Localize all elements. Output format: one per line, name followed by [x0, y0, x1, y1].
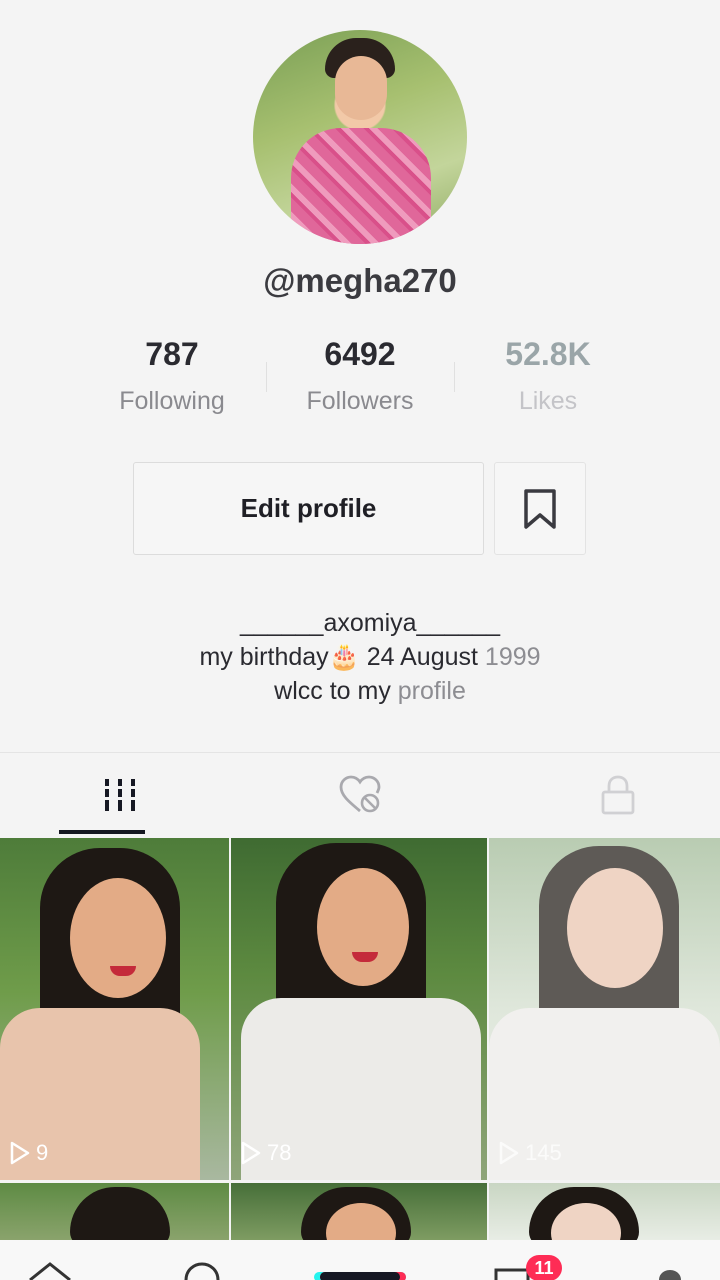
bottom-navigation	[0, 1240, 720, 1280]
video-grid: 9 78 145	[0, 838, 720, 1240]
active-tab-indicator	[59, 830, 145, 834]
video-views: 78	[241, 1140, 291, 1166]
cake-emoji: 🎂	[328, 643, 360, 671]
stat-following[interactable]: 787 Following	[78, 336, 266, 416]
liked-hidden-icon	[339, 775, 381, 813]
stat-label: Following	[119, 387, 225, 415]
favorites-button[interactable]	[494, 462, 586, 555]
lock-icon	[601, 775, 635, 815]
bio-text: wlcc to my	[274, 677, 398, 705]
video-thumbnail[interactable]	[489, 1183, 720, 1240]
stat-value: 6492	[324, 336, 396, 372]
play-icon	[499, 1141, 519, 1165]
profile-avatar[interactable]	[253, 30, 467, 244]
view-count: 9	[36, 1140, 49, 1165]
grid-icon	[103, 779, 137, 811]
stat-label: Likes	[518, 387, 578, 415]
avatar-face	[335, 56, 387, 120]
nav-create[interactable]	[310, 1240, 410, 1280]
stat-value: 787	[145, 336, 199, 372]
profile-username: @megha270	[263, 262, 457, 299]
nav-home[interactable]	[20, 1240, 80, 1280]
bio-text: 24 August	[359, 643, 478, 671]
search-icon	[184, 1262, 220, 1280]
avatar-dress	[291, 128, 431, 244]
bookmark-icon	[524, 488, 556, 529]
home-icon	[29, 1262, 71, 1280]
video-thumbnail[interactable]	[231, 1183, 487, 1240]
video-thumbnail[interactable]	[0, 1183, 229, 1240]
stat-divider	[454, 362, 455, 392]
profile-tabs	[0, 753, 720, 837]
view-count: 78	[267, 1140, 292, 1165]
bio-text: 1999	[477, 643, 541, 671]
bio-text: my birthday	[199, 643, 329, 671]
inbox-badge: 11	[526, 1255, 562, 1280]
profile-bio: ______axomiya______ my birthday🎂 24 Augu…	[0, 606, 720, 708]
tab-liked[interactable]	[240, 753, 480, 837]
profile-stats: 787 Following 6492 Followers 52.8K Likes	[0, 336, 720, 426]
play-icon	[10, 1141, 30, 1165]
thumb-hair	[70, 1187, 170, 1240]
bio-line: wlcc to my profile	[0, 674, 720, 708]
profile-icon	[659, 1270, 681, 1280]
thumb-face	[567, 868, 663, 988]
edit-profile-button[interactable]: Edit profile	[133, 462, 484, 555]
stat-followers[interactable]: 6492 Followers	[266, 336, 454, 416]
stat-value: 52.8K	[505, 336, 591, 372]
thumb-face	[70, 878, 166, 998]
nav-discover[interactable]	[172, 1240, 232, 1280]
tab-private[interactable]	[498, 753, 720, 837]
bio-line: ______axomiya______	[240, 609, 500, 637]
play-icon	[241, 1141, 261, 1165]
video-thumbnail[interactable]: 9	[0, 838, 229, 1180]
stat-likes[interactable]: 52.8K Likes	[454, 336, 642, 416]
stat-divider	[266, 362, 267, 392]
video-views: 145	[499, 1140, 562, 1166]
create-icon	[314, 1272, 406, 1280]
bio-line: my birthday🎂 24 August 1999	[0, 640, 720, 674]
view-count: 145	[525, 1140, 562, 1165]
thumb-face	[317, 868, 409, 986]
video-thumbnail[interactable]: 78	[231, 838, 487, 1180]
video-thumbnail[interactable]: 145	[489, 838, 720, 1180]
tab-videos[interactable]	[0, 753, 240, 837]
stat-label: Followers	[306, 387, 414, 415]
bio-text: profile	[397, 677, 466, 705]
nav-profile[interactable]	[640, 1240, 700, 1280]
video-views: 9	[10, 1140, 48, 1166]
